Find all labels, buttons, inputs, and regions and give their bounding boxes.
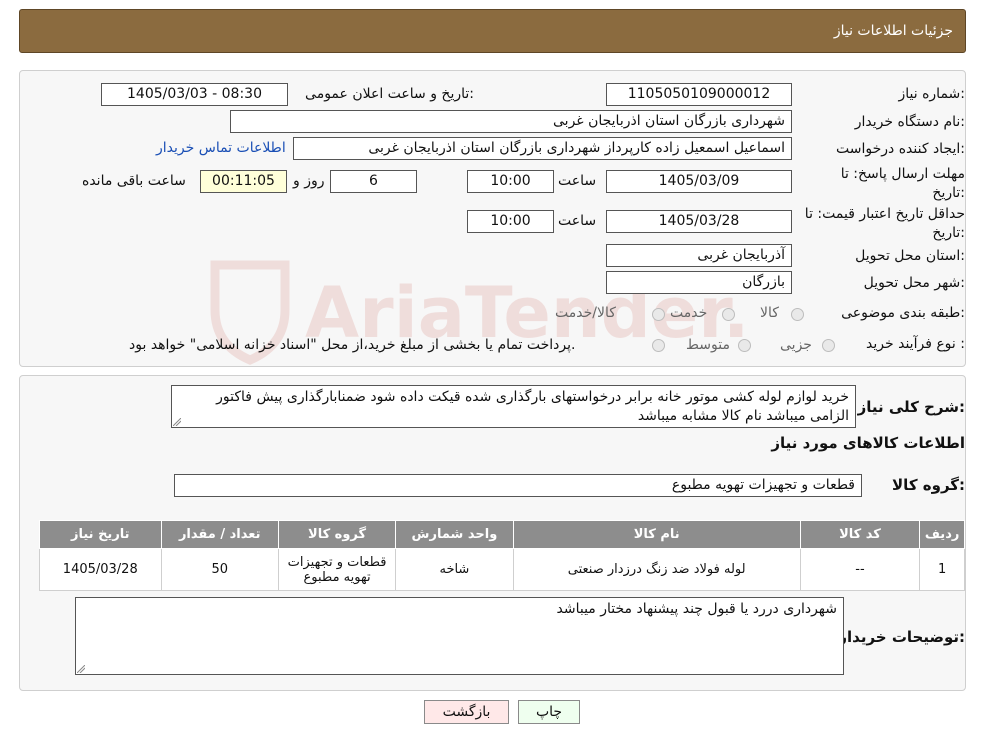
cell-need-date: 1405/03/28 xyxy=(39,548,162,591)
remaining-time-field: 00:11:05 xyxy=(200,170,287,193)
col-name: نام کالا xyxy=(512,520,801,549)
buyer-org-label: نام دستگاه خریدار: xyxy=(854,114,965,130)
goods-group-label: گروه کالا: xyxy=(892,476,965,494)
col-code: کد کالا xyxy=(799,520,921,549)
requester-label: ایجاد کننده درخواست: xyxy=(836,141,965,157)
items-table-header: ردیف کد کالا نام کالا واحد شمارش گروه کا… xyxy=(39,520,965,549)
price-validity-label-2: تاریخ: xyxy=(932,225,965,241)
days-remaining-field: 6 xyxy=(330,170,417,193)
validity-time-field: 10:00 xyxy=(467,210,554,233)
print-button[interactable]: چاپ xyxy=(518,700,580,724)
category-label: طبقه بندی موضوعی: xyxy=(841,305,965,321)
deadline-time-label: ساعت xyxy=(558,173,597,189)
goods-group-field: قطعات و تجهیزات تهویه مطبوع xyxy=(174,474,862,497)
remaining-label: ساعت باقی مانده xyxy=(82,173,186,189)
price-validity-label: حداقل تاریخ اعتبار قیمت: تا xyxy=(804,206,965,222)
description-label: شرح کلی نیاز: xyxy=(857,398,965,416)
validity-date-field: 1405/03/28 xyxy=(606,210,792,233)
items-section-title: اطلاعات کالاهای مورد نیاز xyxy=(771,434,965,452)
cell-unit: شاخه xyxy=(395,548,514,591)
resize-handle-icon[interactable] xyxy=(173,418,181,426)
process-option-partial: جزیی xyxy=(780,337,812,353)
process-option-medium: متوسط xyxy=(686,337,730,353)
process-type-label: نوع فرآیند خرید : xyxy=(866,336,965,352)
requester-field: اسماعیل اسمعیل زاده کارپرداز شهرداری باز… xyxy=(293,137,792,160)
process-radio-medium[interactable] xyxy=(738,339,751,352)
category-radio-goods[interactable] xyxy=(791,308,804,321)
category-option-goods-service: کالا/خدمت xyxy=(555,305,616,321)
col-row: ردیف xyxy=(919,520,965,549)
items-table: ردیف کد کالا نام کالا واحد شمارش گروه کا… xyxy=(39,520,965,591)
deadline-date-field: 1405/03/09 xyxy=(606,170,792,193)
city-field: بازرگان xyxy=(606,271,792,294)
page-header: جزئیات اطلاعات نیاز xyxy=(19,9,966,53)
process-radio-partial[interactable] xyxy=(822,339,835,352)
days-label: روز و xyxy=(293,173,325,189)
cell-code: -- xyxy=(799,548,921,591)
province-field: آذربایجان غربی xyxy=(606,244,792,267)
buyer-notes-label: توضیحات خریدار: xyxy=(838,628,965,646)
treasury-note: پرداخت تمام یا بخشی از مبلغ خرید،از محل … xyxy=(129,337,576,353)
cell-quantity: 50 xyxy=(160,548,279,591)
announce-datetime-field: 1405/03/03 - 08:30 xyxy=(101,83,288,106)
description-text: خرید لوازم لوله کشی موتور خانه برابر درخ… xyxy=(216,389,849,424)
category-radio-service[interactable] xyxy=(722,308,735,321)
category-option-service: خدمت xyxy=(670,305,708,321)
page-title: جزئیات اطلاعات نیاز xyxy=(833,23,953,39)
back-button[interactable]: بازگشت xyxy=(424,700,509,724)
need-number-field: 1105050109000012 xyxy=(606,83,792,106)
process-radio-treasury[interactable] xyxy=(652,339,665,352)
cell-row: 1 xyxy=(919,548,965,591)
col-group: گروه کالا xyxy=(277,520,397,549)
deadline-label: مهلت ارسال پاسخ: تا xyxy=(840,166,965,182)
buyer-contact-link[interactable]: اطلاعات تماس خریدار xyxy=(156,140,286,156)
cell-group: قطعات و تجهیزات تهویه مطبوع xyxy=(277,548,397,591)
cell-name: لوله فولاد ضد زنگ درزدار صنعتی xyxy=(512,548,801,591)
buyer-notes-text: شهرداری دررد یا قبول چند پیشنهاد مختار م… xyxy=(556,601,837,617)
table-row: 1 -- لوله فولاد ضد زنگ درزدار صنعتی شاخه… xyxy=(39,548,965,591)
col-need-date: تاریخ نیاز xyxy=(39,520,162,549)
deadline-label-2: تاریخ: xyxy=(932,185,965,201)
announce-label: تاریخ و ساعت اعلان عمومی: xyxy=(305,86,474,102)
city-label: شهر محل تحویل: xyxy=(863,275,965,291)
col-unit: واحد شمارش xyxy=(395,520,514,549)
province-label: استان محل تحویل: xyxy=(855,248,965,264)
validity-time-label: ساعت xyxy=(558,213,597,229)
buyer-org-field: شهرداری بازرگان استان اذربایجان غربی xyxy=(230,110,792,133)
col-quantity: تعداد / مقدار xyxy=(160,520,279,549)
category-option-goods: کالا xyxy=(760,305,779,321)
description-textarea[interactable]: خرید لوازم لوله کشی موتور خانه برابر درخ… xyxy=(171,385,856,428)
deadline-time-field: 10:00 xyxy=(467,170,554,193)
need-number-label: شماره نیاز: xyxy=(898,86,965,102)
category-radio-goods-service[interactable] xyxy=(652,308,665,321)
notes-resize-handle-icon[interactable] xyxy=(77,665,85,673)
buyer-notes-textarea[interactable]: شهرداری دررد یا قبول چند پیشنهاد مختار م… xyxy=(75,597,844,675)
